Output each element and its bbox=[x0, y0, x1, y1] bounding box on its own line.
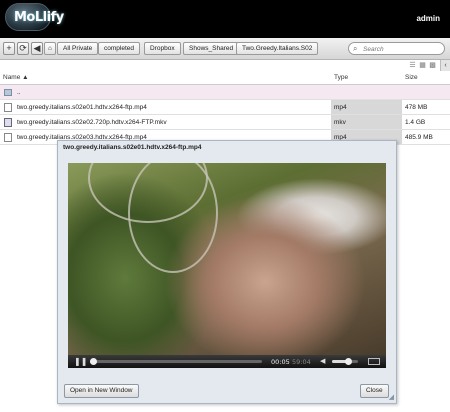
volume-slider[interactable] bbox=[332, 358, 358, 365]
duration: 59:04 bbox=[292, 358, 311, 366]
list-item[interactable]: two.greedy.italians.s02e01.hdtv.x264-ftp… bbox=[0, 100, 450, 115]
logo-text: MoLlify bbox=[14, 10, 64, 25]
small-grid-view-icon[interactable]: ▦ bbox=[419, 62, 426, 69]
dialog-title[interactable]: two.greedy.italians.s02e01.hdtv.x264-ftp… bbox=[63, 144, 201, 151]
back-button[interactable]: ◀ bbox=[31, 42, 43, 55]
video-frame[interactable] bbox=[68, 163, 386, 355]
file-size: 478 MB bbox=[405, 104, 428, 111]
volume-handle[interactable] bbox=[344, 358, 352, 365]
list-header: Name ▲ Type Size bbox=[0, 72, 450, 85]
player-controls: ❚❚ 00:05 59:04 ◀ bbox=[68, 355, 386, 368]
username[interactable]: admin bbox=[416, 14, 440, 23]
file-size: 1.4 GB bbox=[405, 119, 426, 126]
close-button[interactable]: Close bbox=[360, 384, 389, 398]
seek-handle[interactable] bbox=[90, 358, 98, 365]
volume-icon[interactable]: ◀ bbox=[320, 357, 325, 365]
refresh-button[interactable]: ⟳ bbox=[17, 42, 29, 55]
column-name[interactable]: Name ▲ bbox=[3, 74, 29, 81]
breadcrumb-completed[interactable]: completed bbox=[98, 42, 140, 55]
file-type: mp4 bbox=[334, 104, 347, 111]
column-type[interactable]: Type bbox=[334, 74, 348, 81]
breadcrumb-current-folder[interactable]: Two.Greedy.Italians.S02 bbox=[236, 42, 319, 55]
pause-icon[interactable]: ❚❚ bbox=[74, 357, 87, 366]
view-bar: ☰ ▦ ▩ bbox=[0, 60, 450, 72]
breadcrumb-all-private[interactable]: All Private bbox=[57, 42, 99, 55]
video-file-icon bbox=[4, 118, 12, 127]
file-icon bbox=[4, 103, 12, 112]
list-item[interactable]: two.greedy.italians.s02e02.720p.hdtv.x26… bbox=[0, 115, 450, 130]
file-type: mkv bbox=[334, 119, 346, 126]
search-box[interactable]: ⌕ bbox=[348, 42, 445, 55]
video-branch-shape bbox=[128, 163, 218, 273]
resize-grip-icon[interactable]: ◢ bbox=[389, 393, 394, 401]
search-icon: ⌕ bbox=[353, 44, 358, 53]
breadcrumb-shows-shared[interactable]: Shows_Shared bbox=[183, 42, 240, 55]
top-bar: MoLlify admin bbox=[0, 0, 450, 38]
video-player[interactable]: ❚❚ 00:05 59:04 ◀ bbox=[68, 163, 386, 368]
folder-icon bbox=[4, 89, 12, 96]
toolbar: + ⟳ ◀ ⌂ All Private completed Dropbox Sh… bbox=[0, 38, 450, 60]
list-view-icon[interactable]: ☰ bbox=[409, 62, 416, 69]
breadcrumb-dropbox[interactable]: Dropbox bbox=[144, 42, 181, 55]
file-size: 485.9 MB bbox=[405, 134, 433, 141]
current-time: 00:05 bbox=[271, 358, 290, 366]
home-icon[interactable]: ⌂ bbox=[44, 42, 56, 55]
seek-bar[interactable] bbox=[90, 358, 262, 365]
open-in-new-window-button[interactable]: Open in New Window bbox=[64, 384, 139, 398]
file-name: two.greedy.italians.s02e01.hdtv.x264-ftp… bbox=[17, 104, 147, 111]
file-name: two.greedy.italians.s02e02.720p.hdtv.x26… bbox=[17, 119, 167, 126]
column-size[interactable]: Size bbox=[405, 74, 418, 81]
file-icon bbox=[4, 133, 12, 142]
add-button[interactable]: + bbox=[3, 42, 15, 55]
list-item-parent-folder[interactable]: .. bbox=[0, 85, 450, 100]
video-preview-dialog: two.greedy.italians.s02e01.hdtv.x264-ftp… bbox=[57, 140, 397, 404]
search-input[interactable] bbox=[363, 44, 441, 54]
parent-folder-label: .. bbox=[17, 89, 21, 96]
collapse-sidebar-icon[interactable]: ‹ bbox=[440, 60, 450, 71]
app-logo[interactable]: MoLlify bbox=[4, 3, 64, 33]
fullscreen-icon[interactable] bbox=[368, 358, 380, 365]
large-grid-view-icon[interactable]: ▩ bbox=[429, 62, 436, 69]
